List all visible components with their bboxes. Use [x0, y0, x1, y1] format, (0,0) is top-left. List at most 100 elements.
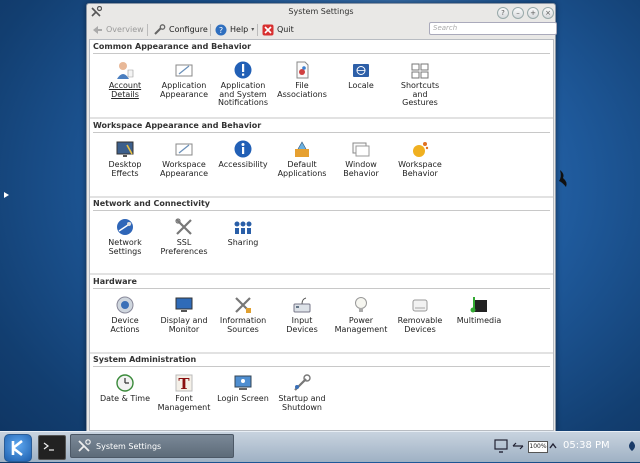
desktop-effects-icon: [116, 141, 134, 157]
item-window-behavior[interactable]: Window Behavior: [332, 139, 390, 178]
toolbar-separator: [210, 24, 211, 36]
configure-icon: [154, 23, 166, 35]
help-icon: ?: [215, 24, 227, 35]
multimedia-icon: [470, 297, 487, 313]
shortcuts-icon: [411, 63, 429, 79]
item-ssl-preferences[interactable]: SSL Preferences: [155, 217, 213, 256]
item-application-appearance[interactable]: Application Appearance: [155, 60, 213, 99]
item-information-sources[interactable]: Information Sources: [214, 295, 272, 334]
item-file-associations[interactable]: File Associations: [273, 60, 331, 99]
item-startup-shutdown[interactable]: Startup and Shutdown: [273, 373, 331, 412]
item-locale[interactable]: Locale: [332, 60, 390, 91]
input-devices-icon: [293, 297, 311, 313]
taskbar-task-system-settings[interactable]: System Settings: [70, 434, 234, 458]
locale-icon: [353, 64, 369, 77]
back-arrow-icon: [93, 25, 102, 34]
item-workspace-appearance[interactable]: Workspace Appearance: [155, 139, 213, 178]
default-applications-icon: [295, 141, 309, 157]
item-display-monitor[interactable]: Display and Monitor: [155, 295, 213, 334]
mouse-cursor-icon: [4, 192, 9, 198]
network-tray-icon[interactable]: [511, 438, 525, 454]
quit-button[interactable]: Quit: [262, 23, 294, 36]
item-sharing[interactable]: Sharing: [214, 217, 272, 248]
window-title: System Settings: [288, 7, 354, 16]
section-title: Common Appearance and Behavior: [93, 42, 252, 51]
login-screen-icon: [234, 375, 252, 390]
removable-devices-icon: [412, 299, 428, 312]
information-sources-icon: [235, 297, 251, 313]
chevron-down-icon: ▾: [251, 26, 255, 33]
startup-shutdown-icon: [294, 374, 311, 391]
toolbar-separator: [147, 24, 148, 36]
item-font-management[interactable]: T Font Management: [155, 373, 213, 412]
help-menu-button[interactable]: ? Help ▾: [215, 23, 254, 36]
window-behavior-icon: [352, 142, 370, 157]
close-button[interactable]: ×: [542, 7, 554, 19]
sharing-icon: [234, 221, 252, 234]
tray-expand-icon[interactable]: [548, 438, 558, 454]
item-removable-devices[interactable]: Removable Devices: [391, 295, 449, 334]
search-input[interactable]: Search: [429, 22, 557, 35]
section-rule: [93, 132, 550, 133]
notifications-icon: [234, 61, 252, 79]
desktop-blot-decoration: [559, 170, 567, 187]
svg-text:?: ?: [219, 26, 223, 35]
section-title: Hardware: [93, 277, 137, 286]
section-system-administration: System Administration Date & Time T Font…: [90, 353, 553, 429]
item-default-applications[interactable]: Default Applications: [273, 139, 331, 178]
item-accessibility[interactable]: Accessibility: [214, 139, 272, 170]
item-device-actions[interactable]: Device Actions: [96, 295, 154, 334]
kde-logo-icon: [11, 439, 23, 457]
workspace-appearance-icon: [175, 143, 193, 156]
item-account-details[interactable]: Account Details: [96, 60, 154, 99]
item-network-settings[interactable]: Network Settings: [96, 217, 154, 256]
cashew-icon[interactable]: [626, 438, 638, 454]
section-title: Workspace Appearance and Behavior: [93, 121, 262, 130]
display-tray-icon[interactable]: [494, 438, 508, 454]
item-shortcuts-gestures[interactable]: Shortcuts and Gestures: [391, 60, 449, 108]
section-title: Network and Connectivity: [93, 199, 210, 208]
svg-text:T: T: [178, 375, 190, 393]
settings-app-icon: [78, 439, 91, 452]
terminal-icon: [43, 442, 54, 451]
item-date-time[interactable]: Date & Time: [96, 373, 154, 404]
file-associations-icon: [296, 61, 309, 79]
toolbar-separator: [257, 24, 258, 36]
item-desktop-effects[interactable]: Desktop Effects: [96, 139, 154, 178]
section-workspace-appearance: Workspace Appearance and Behavior Deskto…: [90, 119, 553, 196]
font-management-icon: T: [175, 374, 193, 393]
section-rule: [93, 366, 550, 367]
settings-content: Common Appearance and Behavior Account D…: [89, 39, 554, 431]
network-settings-icon: [117, 219, 133, 235]
item-multimedia[interactable]: Multimedia: [450, 295, 508, 326]
battery-indicator[interactable]: 100%: [528, 441, 548, 453]
section-network: Network and Connectivity Network Setting…: [90, 197, 553, 273]
minimize-button[interactable]: –: [512, 7, 524, 19]
account-icon: [117, 62, 134, 79]
section-rule: [93, 210, 550, 211]
configure-button[interactable]: Configure: [153, 23, 208, 36]
terminal-launcher[interactable]: [38, 435, 66, 460]
overview-button[interactable]: Overview: [91, 23, 144, 36]
section-title: System Administration: [93, 355, 197, 364]
clock[interactable]: 05:38 PM: [563, 440, 610, 451]
section-rule: [93, 53, 550, 54]
item-input-devices[interactable]: Input Devices: [273, 295, 331, 334]
maximize-button[interactable]: +: [527, 7, 539, 19]
accessibility-icon: [234, 140, 252, 158]
item-login-screen[interactable]: Login Screen: [214, 373, 272, 404]
item-power-management[interactable]: Power Management: [332, 295, 390, 334]
section-rule: [93, 288, 550, 289]
workspace-behavior-icon: [413, 142, 429, 157]
kde-menu-button[interactable]: [4, 434, 32, 462]
item-notifications[interactable]: Application and System Notifications: [214, 60, 272, 108]
system-settings-window: System Settings ? – + × Overview Configu…: [86, 3, 557, 432]
date-time-icon: [116, 374, 134, 392]
help-context-button[interactable]: ?: [497, 7, 509, 19]
quit-icon: [262, 24, 274, 35]
taskbar: System Settings 100% 05:38 PM: [0, 431, 640, 462]
appearance-icon: [175, 64, 193, 77]
title-bar[interactable]: System Settings ? – + ×: [87, 4, 555, 20]
item-workspace-behavior[interactable]: Workspace Behavior: [391, 139, 449, 178]
section-common-appearance: Common Appearance and Behavior Account D…: [90, 40, 553, 117]
